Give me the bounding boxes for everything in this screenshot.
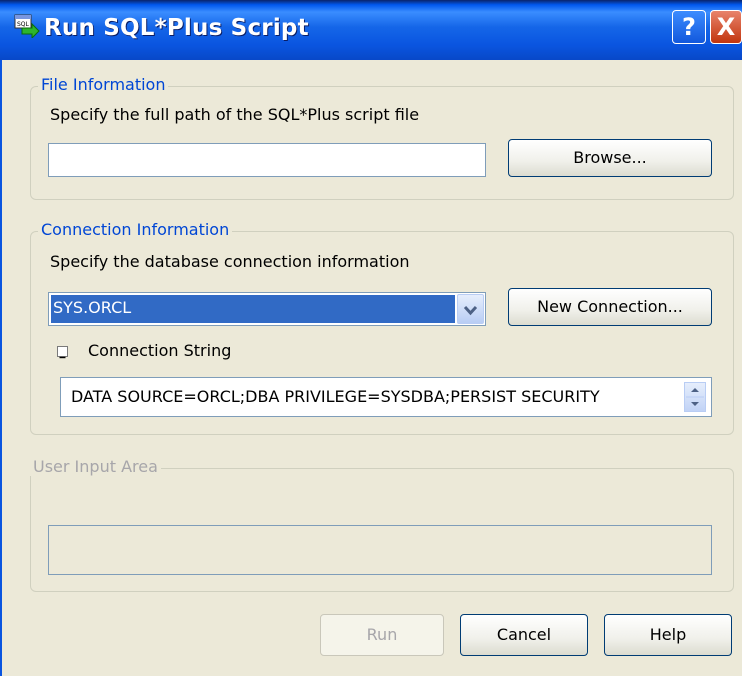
svg-text:SQL: SQL [17,21,30,28]
connection-information-legend: Connection Information [38,220,233,239]
connection-string-text: DATA SOURCE=ORCL;DBA PRIVILEGE=SYSDBA;PE… [71,387,600,406]
connection-string-spinner[interactable] [684,382,706,412]
file-path-instruction: Specify the full path of the SQL*Plus sc… [50,105,420,124]
collapse-toggle-icon[interactable] [57,346,68,359]
dropdown-arrow-button[interactable] [457,294,484,324]
run-button[interactable]: Run [320,614,444,656]
connection-string-label: Connection String [88,341,232,360]
file-information-legend: File Information [38,75,169,94]
browse-button[interactable]: Browse... [508,139,712,177]
minus-icon [59,356,66,359]
selected-connection: SYS.ORCL [51,295,455,323]
help-button[interactable]: Help [604,614,732,656]
script-path-input[interactable] [48,143,486,177]
title-bar[interactable]: SQL Run SQL*Plus Script ? X [0,0,742,60]
connection-dropdown[interactable]: SYS.ORCL [48,292,486,326]
connection-instruction: Specify the database connection informat… [50,252,410,271]
user-input-legend: User Input Area [30,457,161,476]
new-connection-button[interactable]: New Connection... [508,288,712,326]
user-input-field [48,525,712,575]
chevron-down-icon [463,305,478,316]
window-border [0,60,2,676]
sql-script-icon: SQL [14,14,40,38]
dialog-title: Run SQL*Plus Script [44,15,309,41]
cancel-button[interactable]: Cancel [460,614,588,656]
run-sqlplus-script-dialog: SQL Run SQL*Plus Script ? X File Informa… [0,0,742,676]
titlebar-help-button[interactable]: ? [672,10,706,44]
spin-arrows-icon [686,388,704,406]
titlebar-close-button[interactable]: X [710,10,742,44]
connection-string-field[interactable]: DATA SOURCE=ORCL;DBA PRIVILEGE=SYSDBA;PE… [60,377,712,417]
